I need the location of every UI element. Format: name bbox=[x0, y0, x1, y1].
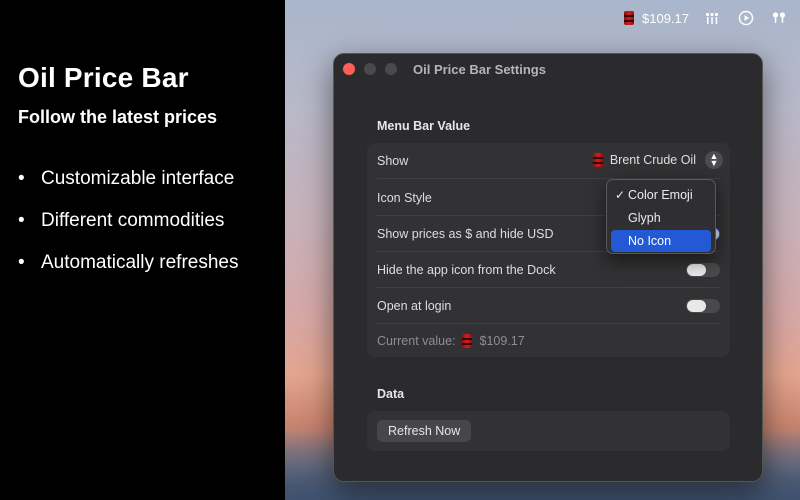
wifi-bars-icon bbox=[706, 13, 718, 24]
show-dollar-label: Show prices as $ and hide USD bbox=[377, 227, 554, 241]
hide-dock-row: Hide the app icon from the Dock bbox=[377, 252, 720, 288]
bullet-icon: • bbox=[18, 210, 25, 231]
chevron-up-down-icon: ▲ ▼ bbox=[705, 151, 723, 169]
commodity-value: Brent Crude Oil bbox=[609, 153, 696, 167]
icon-style-menu: ✓ Color Emoji Glyph No Icon bbox=[606, 179, 716, 254]
feature-item: • Customizable interface bbox=[18, 168, 235, 189]
promo-panel: Oil Price Bar Follow the latest prices •… bbox=[0, 0, 285, 500]
play-circle-icon bbox=[738, 10, 754, 26]
settings-window: Oil Price Bar Settings Menu Bar Value Sh… bbox=[333, 53, 763, 482]
play-status-item[interactable] bbox=[738, 8, 754, 28]
checkmark-icon: ✓ bbox=[615, 188, 626, 202]
current-value-row: Current value: $109.17 bbox=[377, 334, 525, 348]
open-login-label: Open at login bbox=[377, 299, 452, 313]
show-row: Show Brent Crude Oil ▲ ▼ bbox=[377, 143, 723, 179]
airpods-icon bbox=[772, 12, 786, 23]
wifi-bars-status-item[interactable] bbox=[704, 8, 720, 28]
window-title: Oil Price Bar Settings bbox=[413, 62, 546, 77]
title-bar[interactable]: Oil Price Bar Settings bbox=[334, 54, 762, 84]
menu-item-glyph[interactable]: Glyph bbox=[611, 207, 711, 229]
oil-barrel-icon bbox=[461, 334, 472, 348]
feature-item: • Automatically refreshes bbox=[18, 252, 239, 273]
oil-price-status-item[interactable]: $109.17 bbox=[624, 8, 689, 28]
menu-item-color-emoji[interactable]: ✓ Color Emoji bbox=[611, 184, 711, 206]
icon-style-label: Icon Style bbox=[377, 191, 432, 205]
bullet-icon: • bbox=[18, 168, 25, 189]
menu-bar: $109.17 bbox=[285, 0, 800, 36]
open-login-row: Open at login bbox=[377, 288, 720, 324]
commodity-popup[interactable]: Brent Crude Oil ▲ ▼ bbox=[592, 151, 723, 169]
data-group: Refresh Now bbox=[367, 411, 730, 451]
hide-dock-toggle[interactable] bbox=[686, 263, 720, 277]
zoom-button[interactable] bbox=[385, 63, 397, 75]
menu-item-no-icon[interactable]: No Icon bbox=[611, 230, 711, 252]
current-value: $109.17 bbox=[479, 334, 525, 348]
oil-barrel-icon bbox=[592, 153, 603, 167]
refresh-now-button[interactable]: Refresh Now bbox=[377, 420, 472, 442]
minimize-button[interactable] bbox=[364, 63, 376, 75]
current-value-label: Current value: bbox=[377, 334, 456, 348]
oil-barrel-icon bbox=[624, 11, 634, 25]
hide-dock-label: Hide the app icon from the Dock bbox=[377, 263, 556, 277]
menubar-price: $109.17 bbox=[642, 10, 689, 26]
show-label: Show bbox=[377, 154, 409, 168]
feature-item: • Different commodities bbox=[18, 210, 225, 231]
promo-title: Oil Price Bar bbox=[18, 62, 189, 93]
airpods-status-item[interactable] bbox=[771, 8, 787, 28]
promo-subtitle: Follow the latest prices bbox=[18, 107, 218, 127]
data-header: Data bbox=[377, 387, 405, 401]
feature-list: • Customizable interface • Different commo… bbox=[18, 168, 278, 294]
menu-bar-value-header: Menu Bar Value bbox=[377, 119, 471, 133]
bullet-icon: • bbox=[18, 252, 25, 273]
open-login-toggle[interactable] bbox=[686, 299, 720, 313]
close-button[interactable] bbox=[343, 63, 355, 75]
